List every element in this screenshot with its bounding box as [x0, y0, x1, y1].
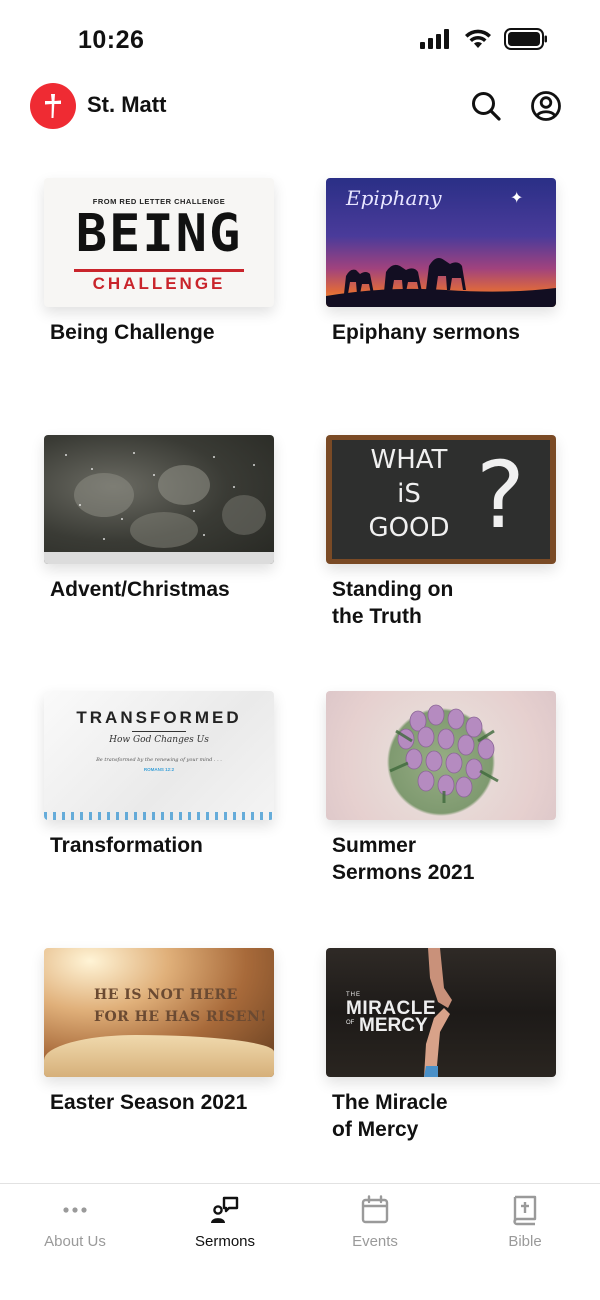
thumb-text-line: WHAT: [370, 444, 448, 475]
series-card-standing-on-the-truth[interactable]: WHAT iS GOOD ? Standing on the Truth: [326, 434, 556, 692]
tab-bar: About Us Sermons Events Bible: [0, 1183, 600, 1300]
series-thumbnail: [44, 434, 274, 564]
series-card-summer-sermons-2021[interactable]: Summer Sermons 2021: [326, 691, 556, 948]
series-title: Being Challenge: [50, 321, 215, 344]
series-thumbnail: HE IS NOT HERE FOR HE HAS RISEN!: [44, 947, 274, 1077]
tab-sermons[interactable]: Sermons: [150, 1184, 300, 1300]
series-thumbnail: [326, 691, 556, 820]
series-title: Transformation: [50, 834, 203, 857]
church-logo[interactable]: [30, 83, 76, 129]
thumb-divider: [132, 731, 186, 732]
bible-icon: [513, 1195, 537, 1226]
series-title: The Miracle of Mercy: [332, 1090, 448, 1141]
thumb-text: WHAT iS GOOD: [354, 443, 464, 545]
church-name: St. Matt: [87, 92, 167, 117]
series-title: Epiphany sermons: [332, 321, 520, 344]
thumb-text-line: FOR HE HAS RISEN!: [94, 1008, 267, 1025]
status-icons: [420, 28, 548, 50]
tab-label: Events: [352, 1233, 398, 1250]
thumb-text: OF: [346, 1019, 355, 1026]
tab-bible[interactable]: Bible: [450, 1184, 600, 1300]
sermon-series-grid: FROM RED LETTER CHALLENGE BEING CHALLENG…: [44, 178, 556, 1204]
series-title: Summer Sermons 2021: [332, 834, 475, 884]
series-thumbnail: WHAT iS GOOD ?: [326, 434, 556, 564]
thumb-text: CHALLENGE: [92, 274, 226, 293]
snow-ground: [44, 551, 274, 564]
series-thumbnail: TRANSFORMED How God Changes Us Be transf…: [44, 691, 274, 820]
more-dots-icon: [63, 1207, 87, 1213]
thumb-text-line: HE IS NOT HERE: [94, 986, 238, 1003]
series-thumbnail: Epiphany ✦: [326, 178, 556, 307]
series-card-transformation[interactable]: TRANSFORMED How God Changes Us Be transf…: [44, 691, 274, 948]
thumb-text: HE IS NOT HERE FOR HE HAS RISEN!: [94, 984, 267, 1028]
tab-label: Bible: [508, 1233, 542, 1250]
thumb-decoration: [44, 812, 274, 820]
thumb-text: Be transformed by the renewing of your m…: [96, 757, 222, 763]
thumb-text: MERCY: [359, 1014, 428, 1036]
calendar-icon: [361, 1195, 389, 1224]
series-card-epiphany[interactable]: Epiphany ✦ Epiphany sermons: [326, 178, 556, 435]
thumb-text: TRANSFORMED: [76, 708, 242, 727]
app-header: St. Matt: [0, 80, 600, 136]
tulips-image: [389, 704, 499, 803]
series-title: Standing on the Truth: [332, 577, 454, 628]
series-thumbnail: THE MIRACLE OF MERCY: [326, 947, 556, 1077]
camels-silhouette: [326, 258, 556, 307]
status-time: 10:26: [78, 26, 145, 54]
thumb-text: How God Changes Us: [109, 735, 209, 745]
series-card-being-challenge[interactable]: FROM RED LETTER CHALLENGE BEING CHALLENG…: [44, 178, 274, 435]
series-title: Advent/Christmas: [50, 577, 230, 601]
tab-about-us[interactable]: About Us: [0, 1184, 150, 1300]
series-thumbnail: FROM RED LETTER CHALLENGE BEING CHALLENG…: [44, 178, 274, 307]
profile-icon[interactable]: [530, 90, 562, 122]
wifi-icon: [465, 29, 491, 48]
series-card-advent-christmas[interactable]: Advent/Christmas: [44, 434, 274, 692]
tab-events[interactable]: Events: [300, 1184, 450, 1300]
series-title: Easter Season 2021: [50, 1090, 248, 1114]
thumb-text-line: iS: [397, 478, 421, 509]
thumb-text-line: GOOD: [368, 512, 450, 543]
sermons-icon: [211, 1196, 239, 1223]
tab-label: About Us: [44, 1233, 106, 1250]
thumb-divider: [74, 269, 244, 272]
cross-icon: [45, 94, 61, 118]
status-bar: 10:26: [0, 0, 600, 80]
search-icon[interactable]: [470, 90, 502, 122]
question-mark: ?: [476, 441, 525, 549]
burial-cloth: [44, 1034, 274, 1077]
snowy-trees-image: [65, 451, 266, 548]
battery-icon: [504, 28, 547, 50]
series-card-easter-season-2021[interactable]: HE IS NOT HERE FOR HE HAS RISEN! Easter …: [44, 947, 274, 1205]
tab-label: Sermons: [194, 1233, 256, 1250]
thumb-text: BEING: [75, 204, 243, 264]
cellular-signal-icon: [420, 29, 449, 49]
series-card-miracle-of-mercy[interactable]: THE MIRACLE OF MERCY The Miracle of Merc…: [326, 947, 556, 1205]
thumb-text: ROMANS 12:2: [143, 767, 175, 772]
